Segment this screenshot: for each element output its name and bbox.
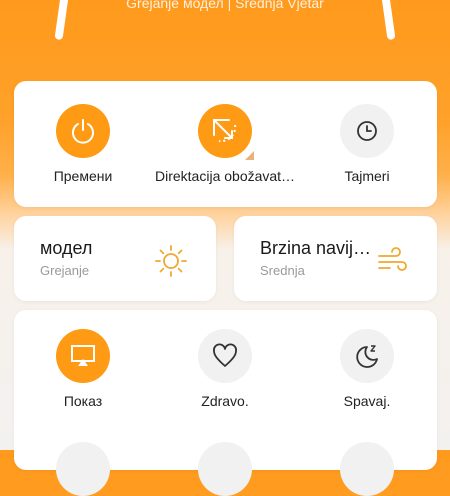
power-button[interactable]: Премени [13, 104, 153, 184]
controls-card: Премени Direktacija obožavat… Tajmeri [14, 81, 437, 207]
power-icon [56, 104, 110, 158]
moon-sleep-icon [340, 329, 394, 383]
fan-direction-icon [198, 104, 254, 160]
mode-tile[interactable]: модел Grejanje [14, 216, 216, 301]
status-summary: Grejanje модел | Srednja Vjetar [126, 0, 324, 11]
wind-icon [376, 244, 410, 278]
more-options-indicator [245, 151, 254, 160]
health-button[interactable]: Zdravo. [155, 329, 295, 409]
features-card: Показ Zdravo. Spavaj. [13, 310, 437, 496]
mode-value: Grejanje [40, 263, 90, 278]
sun-icon [154, 244, 188, 278]
display-button[interactable]: Показ [13, 329, 153, 409]
display-icon [56, 329, 110, 383]
health-label: Zdravo. [201, 393, 249, 409]
sleep-label: Spavaj. [343, 393, 391, 409]
fan-speed-tile[interactable]: Brzina navij… Srednja [234, 216, 437, 301]
timer-label: Tajmeri [344, 168, 390, 184]
fan-speed-value: Srednja [260, 263, 305, 278]
power-label: Премени [53, 168, 113, 184]
feature-button-partial[interactable] [56, 442, 110, 496]
fan-direction-button[interactable]: Direktacija obožavat… [155, 104, 295, 184]
display-label: Показ [63, 393, 103, 409]
timer-button[interactable]: Tajmeri [297, 104, 437, 184]
feature-button-partial[interactable] [198, 442, 252, 496]
sleep-button[interactable]: Spavaj. [297, 329, 437, 409]
clock-icon [340, 104, 394, 158]
fan-direction-label: Direktacija obožavat… [155, 168, 295, 184]
fan-speed-title: Brzina navij… [260, 238, 372, 258]
feature-button-partial[interactable] [340, 442, 394, 496]
heart-icon [198, 329, 252, 383]
mode-title: модел [40, 238, 93, 258]
